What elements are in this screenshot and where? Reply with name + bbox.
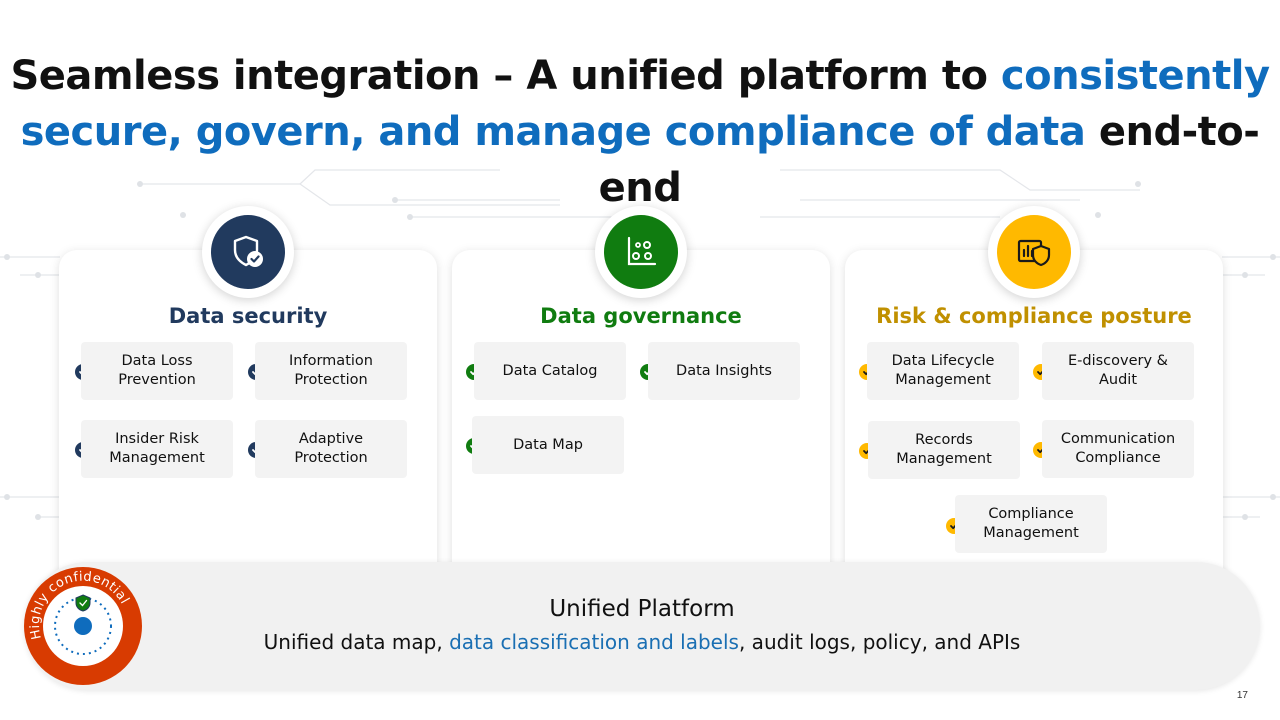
report-shield-icon [997,215,1071,289]
item-information-protection[interactable]: Information Protection [255,342,407,400]
data-governance-card: Data governance Data Catalog Data Insigh… [452,206,830,590]
shield-label-icon [75,594,91,612]
item-e-discovery-audit[interactable]: E-discovery & Audit [1042,342,1194,400]
card-title-data-governance: Data governance [540,304,742,328]
platform-sub-pre: Unified data map, [263,630,443,654]
risk-compliance-badge [988,206,1080,298]
slide-title: Seamless integration – A unified platfor… [0,48,1280,216]
item-compliance-management[interactable]: Compliance Management [955,495,1107,553]
item-data-lifecycle-management[interactable]: Data Lifecycle Management [867,342,1019,400]
page-number: 17 [1236,690,1248,701]
data-security-badge [202,206,294,298]
item-records-management[interactable]: Records Management [868,421,1020,479]
platform-sub-highlight: data classification and labels [449,630,739,654]
unified-platform-bar: Unified Platform Unified data map, data … [24,562,1260,690]
item-data-map[interactable]: Data Map [472,416,624,474]
card-title-data-security: Data security [168,304,328,328]
title-part1: Seamless integration – A unified platfor… [10,53,988,99]
item-data-loss-prevention[interactable]: Data Loss Prevention [81,342,233,400]
card-title-risk-compliance: Risk & compliance posture [876,304,1192,328]
chart-dots-icon [604,215,678,289]
platform-title: Unified Platform [549,596,735,622]
risk-compliance-card: Risk & compliance posture Data Lifecycle… [845,206,1223,590]
sensitivity-label-seal: Highly confidential [22,565,144,687]
data-security-card: Data security Data Loss Prevention Infor… [59,206,437,590]
item-adaptive-protection[interactable]: Adaptive Protection [255,420,407,478]
item-data-insights[interactable]: Data Insights [648,342,800,400]
item-data-catalog[interactable]: Data Catalog [474,342,626,400]
data-governance-badge [595,206,687,298]
item-communication-compliance[interactable]: Communication Compliance [1042,420,1194,478]
item-insider-risk-management[interactable]: Insider Risk Management [81,420,233,478]
shield-check-icon [211,215,285,289]
platform-sub-post: , audit logs, policy, and APIs [738,630,1021,654]
platform-subtitle: Unified data map, data classification an… [24,630,1260,654]
